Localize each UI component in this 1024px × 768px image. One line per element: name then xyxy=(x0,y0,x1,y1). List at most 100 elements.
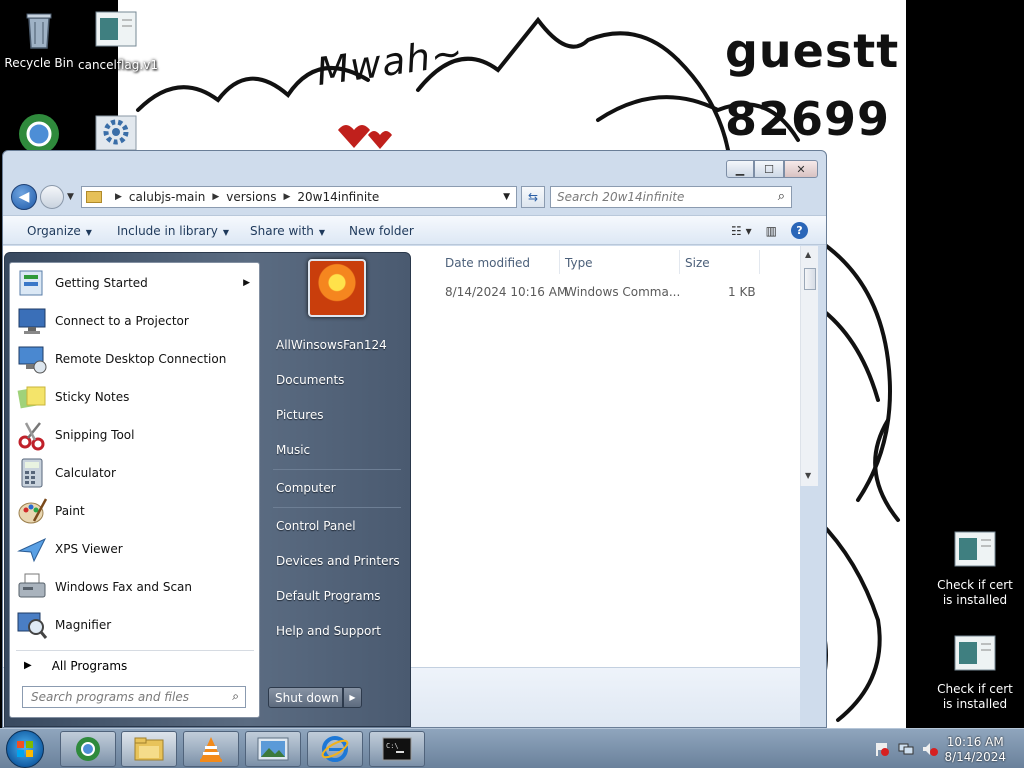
breadcrumb-item[interactable]: calubjs-main xyxy=(129,190,205,204)
organize-button[interactable]: Organize ▼ xyxy=(27,224,92,238)
share-with-button[interactable]: Share with ▼ xyxy=(250,224,325,238)
new-folder-label: New folder xyxy=(349,224,414,238)
program-item[interactable]: Paint xyxy=(16,493,254,529)
chevron-right-icon[interactable]: ▶ xyxy=(115,192,122,202)
window-caption-buttons: ▁ ☐ ✕ xyxy=(726,160,818,178)
recent-pages-dropdown[interactable]: ▼ xyxy=(67,192,74,202)
program-item[interactable]: Calculator xyxy=(16,455,254,491)
scrollbar-thumb[interactable] xyxy=(804,268,816,290)
chevron-right-icon: ▶ xyxy=(349,693,356,702)
explorer-search-input[interactable]: Search 20w14infinite ⌕ xyxy=(550,186,792,208)
document-icon xyxy=(94,10,138,54)
taskbar-photo-viewer-button[interactable] xyxy=(245,731,301,767)
chevron-right-icon[interactable]: ▶ xyxy=(212,192,219,202)
program-item[interactable]: Connect to a Projector xyxy=(16,303,254,339)
forward-button[interactable] xyxy=(40,185,64,209)
sticky-notes-icon xyxy=(16,381,48,413)
taskbar-browser-button[interactable] xyxy=(60,731,116,767)
action-center-flag-icon[interactable] xyxy=(874,741,890,757)
scissors-icon xyxy=(16,419,48,451)
fax-icon xyxy=(16,571,48,603)
taskbar-cmd-button[interactable]: C:\ xyxy=(369,731,425,767)
program-label: Remote Desktop Connection xyxy=(55,352,227,366)
program-label: Calculator xyxy=(55,466,116,480)
program-label: Getting Started xyxy=(55,276,148,290)
chevron-right-icon[interactable]: ▶ xyxy=(283,192,290,202)
start-menu: Getting Started ▶ Connect to a Projector… xyxy=(4,252,411,727)
program-item[interactable]: Magnifier xyxy=(16,607,254,643)
shut-down-button[interactable]: Shut down xyxy=(268,687,343,708)
desktop-icon-label: cancelflag.v1 xyxy=(78,58,158,72)
program-item[interactable]: Sticky Notes xyxy=(16,379,254,415)
clock-time: 10:16 AM xyxy=(946,735,1004,749)
program-item[interactable]: Snipping Tool xyxy=(16,417,254,453)
column-header-date-modified[interactable]: Date modified xyxy=(445,256,530,270)
taskbar-vlc-button[interactable] xyxy=(183,731,239,767)
share-with-label: Share with xyxy=(250,224,314,238)
scroll-down-icon[interactable]: ▼ xyxy=(805,471,811,480)
scroll-up-icon[interactable]: ▲ xyxy=(805,250,811,259)
program-item[interactable]: Remote Desktop Connection xyxy=(16,341,254,377)
preview-pane-icon[interactable]: ▥ xyxy=(766,224,777,238)
vertical-scrollbar[interactable]: ▲ ▼ xyxy=(800,246,818,486)
desktop-icon-recycle-bin[interactable]: Recycle Bin xyxy=(1,8,77,71)
maximize-button[interactable]: ☐ xyxy=(754,160,784,178)
volume-muted-icon[interactable] xyxy=(922,741,938,757)
close-button[interactable]: ✕ xyxy=(784,160,818,178)
search-icon[interactable]: ⌕ xyxy=(232,689,239,704)
desktop-icon-check-cert-2[interactable]: Check if cert is installed xyxy=(936,634,1014,712)
start-right-default-programs[interactable]: Default Programs xyxy=(276,589,381,603)
program-item[interactable]: Windows Fax and Scan xyxy=(16,569,254,605)
program-label: Snipping Tool xyxy=(55,428,135,442)
desktop-icon-check-cert-1[interactable]: Check if cert is installed xyxy=(936,530,1014,608)
back-button[interactable]: ◀ xyxy=(11,184,37,210)
program-item[interactable]: XPS Viewer xyxy=(16,531,254,567)
start-right-pictures[interactable]: Pictures xyxy=(276,408,324,422)
taskbar-clock[interactable]: 10:16 AM 8/14/2024 xyxy=(944,735,1006,765)
column-header-type[interactable]: Type xyxy=(565,256,593,270)
start-button[interactable] xyxy=(6,730,44,768)
start-right-user[interactable]: AllWinsowsFan124 xyxy=(276,338,387,352)
column-divider[interactable] xyxy=(559,250,560,274)
user-avatar[interactable] xyxy=(308,259,366,317)
breadcrumb-item[interactable]: versions xyxy=(226,190,276,204)
new-folder-button[interactable]: New folder xyxy=(349,224,414,238)
start-right-help-and-support[interactable]: Help and Support xyxy=(276,624,381,638)
program-item[interactable]: Getting Started ▶ xyxy=(16,265,254,301)
search-icon[interactable]: ⌕ xyxy=(778,189,785,204)
start-right-control-panel[interactable]: Control Panel xyxy=(276,519,356,533)
taskbar-ie-button[interactable] xyxy=(307,731,363,767)
network-icon[interactable] xyxy=(898,741,914,757)
minimize-button[interactable]: ▁ xyxy=(726,160,754,178)
address-bar[interactable]: ▶ calubjs-main ▶ versions ▶ 20w14infinit… xyxy=(81,186,517,208)
desktop-icon-cancelflag[interactable]: cancelflag.v1 xyxy=(78,10,158,73)
all-programs-button[interactable]: ▶ All Programs xyxy=(16,650,254,674)
chevron-down-icon[interactable]: ▼ xyxy=(503,192,510,202)
column-divider[interactable] xyxy=(759,250,760,274)
include-in-library-button[interactable]: Include in library ▼ xyxy=(117,224,229,238)
organize-label: Organize xyxy=(27,224,81,238)
help-icon[interactable]: ? xyxy=(791,222,808,239)
column-divider[interactable] xyxy=(679,250,680,274)
start-search-input[interactable]: Search programs and files ⌕ xyxy=(22,686,246,708)
refresh-icon: ⇆ xyxy=(527,190,539,204)
breadcrumb-item[interactable]: 20w14infinite xyxy=(297,190,379,204)
start-right-devices-and-printers[interactable]: Devices and Printers xyxy=(276,554,400,568)
refresh-button[interactable]: ⇆ xyxy=(521,186,545,208)
view-details-icon[interactable]: ☷ ▾ xyxy=(731,224,752,238)
windows-logo-icon xyxy=(17,741,33,757)
search-placeholder: Search programs and files xyxy=(31,690,189,704)
recycle-bin-icon xyxy=(17,8,61,52)
start-right-music[interactable]: Music xyxy=(276,443,310,457)
program-label: Magnifier xyxy=(55,618,112,632)
clock-date: 8/14/2024 xyxy=(944,750,1006,764)
start-right-documents[interactable]: Documents xyxy=(276,373,344,387)
taskbar: C:\ 10:16 AM 8/14/2024 xyxy=(0,728,1024,768)
program-label: Connect to a Projector xyxy=(55,314,189,328)
calculator-icon xyxy=(16,457,48,489)
taskbar-explorer-button[interactable] xyxy=(121,731,177,767)
start-right-computer[interactable]: Computer xyxy=(276,481,336,495)
chevron-down-icon: ▼ xyxy=(85,228,92,237)
column-header-size[interactable]: Size xyxy=(685,256,710,270)
shut-down-options-button[interactable]: ▶ xyxy=(343,687,362,708)
